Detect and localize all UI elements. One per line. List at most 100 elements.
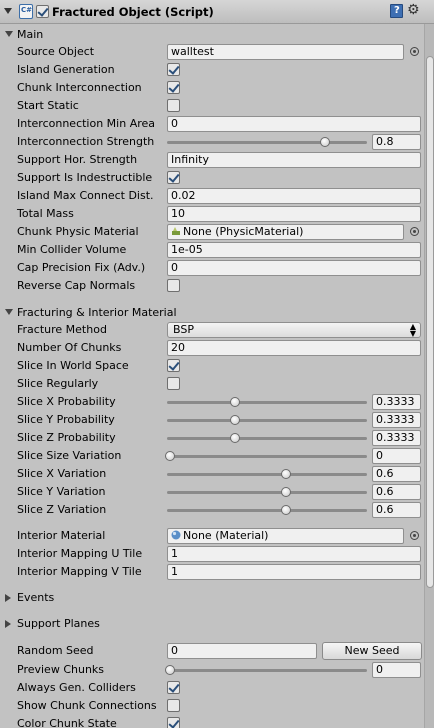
slice-y-probability-slider-thumb[interactable]: [229, 415, 240, 425]
object-picker-icon[interactable]: [410, 227, 419, 236]
support-is-indestructible-checkbox[interactable]: [167, 171, 180, 184]
new-seed-button[interactable]: New Seed: [322, 642, 422, 660]
chunk-physic-material-value: None (PhysicMaterial): [183, 225, 304, 238]
reverse-cap-normals-checkbox[interactable]: [167, 279, 180, 292]
slice-size-variation-slider-track[interactable]: [167, 455, 367, 458]
interconnection-strength-label: Interconnection Strength: [17, 135, 155, 148]
slice-x-variation-slider-track[interactable]: [167, 473, 367, 476]
island-generation-checkbox[interactable]: [167, 63, 180, 76]
slice-z-variation-field[interactable]: 0.6: [372, 502, 421, 518]
slice-x-probability-label: Slice X Probability: [17, 395, 116, 408]
component-header[interactable]: Fractured Object (Script) ⚙: [0, 0, 434, 24]
help-book-icon[interactable]: [390, 4, 403, 18]
component-enabled-checkbox[interactable]: [36, 5, 49, 18]
slice-y-variation-slider-track[interactable]: [167, 491, 367, 494]
interior-mapping-v-field[interactable]: 1: [167, 564, 421, 580]
row-cap-precision-fix: Cap Precision Fix (Adv.) 0: [0, 259, 424, 277]
slice-x-probability-field[interactable]: 0.3333: [372, 394, 421, 410]
chunk-interconnection-checkbox[interactable]: [167, 81, 180, 94]
show-chunk-connections-checkbox[interactable]: [167, 699, 180, 712]
slice-regularly-label: Slice Regularly: [17, 377, 99, 390]
row-min-collider-volume: Min Collider Volume 1e-05: [0, 241, 424, 259]
preview-chunks-label: Preview Chunks: [17, 663, 105, 676]
interconnection-strength-slider-thumb[interactable]: [320, 137, 331, 147]
slice-z-probability-slider-thumb[interactable]: [229, 433, 240, 443]
show-chunk-connections-label: Show Chunk Connections: [17, 699, 157, 712]
foldout-open-icon[interactable]: [5, 31, 13, 37]
slice-y-variation-slider-thumb[interactable]: [281, 487, 292, 497]
slice-regularly-checkbox[interactable]: [167, 377, 180, 390]
always-gen-colliders-checkbox[interactable]: [167, 681, 180, 694]
preview-chunks-field[interactable]: 0: [372, 662, 421, 678]
row-chunk-physic-material: Chunk Physic Material None (PhysicMateri…: [0, 223, 424, 241]
chunk-physic-material-field[interactable]: None (PhysicMaterial): [167, 224, 404, 240]
row-show-chunk-connections: Show Chunk Connections: [0, 697, 424, 715]
slice-size-variation-field[interactable]: 0: [372, 448, 421, 464]
cap-precision-fix-field[interactable]: 0: [167, 260, 421, 276]
row-slice-x-probability: Slice X Probability 0.3333: [0, 393, 424, 411]
foldout-arrow-icon[interactable]: [4, 8, 12, 14]
slice-z-probability-field[interactable]: 0.3333: [372, 430, 421, 446]
interconnection-min-area-label: Interconnection Min Area: [17, 117, 156, 130]
slice-y-variation-label: Slice Y Variation: [17, 485, 106, 498]
row-number-of-chunks: Number Of Chunks 20: [0, 339, 424, 357]
slice-y-probability-slider-track[interactable]: [167, 419, 367, 422]
number-of-chunks-field[interactable]: 20: [167, 340, 421, 356]
inspector-panel: Fractured Object (Script) ⚙ Main Source …: [0, 0, 434, 728]
start-static-checkbox[interactable]: [167, 99, 180, 112]
interior-mapping-u-field[interactable]: 1: [167, 546, 421, 562]
island-generation-label: Island Generation: [17, 63, 115, 76]
row-interior-material: Interior Material None (Material): [0, 527, 424, 545]
vertical-scrollbar[interactable]: [424, 24, 434, 728]
interconnection-min-area-field[interactable]: 0: [167, 116, 421, 132]
random-seed-field[interactable]: 0: [167, 643, 317, 659]
dropdown-arrows-icon: ▲ ▼: [409, 322, 416, 338]
row-interior-mapping-v: Interior Mapping V Tile 1: [0, 563, 424, 581]
object-picker-icon[interactable]: [410, 531, 419, 540]
section-fracturing[interactable]: Fracturing & Interior Material: [0, 304, 424, 322]
slice-y-variation-field[interactable]: 0.6: [372, 484, 421, 500]
row-fracture-method: Fracture Method BSP ▲ ▼: [0, 321, 424, 339]
slice-z-variation-slider-thumb[interactable]: [281, 505, 292, 515]
foldout-open-icon[interactable]: [5, 309, 13, 315]
slice-x-variation-slider-thumb[interactable]: [281, 469, 292, 479]
row-start-static: Start Static: [0, 97, 424, 115]
slice-y-probability-field[interactable]: 0.3333: [372, 412, 421, 428]
reverse-cap-normals-label: Reverse Cap Normals: [17, 279, 136, 292]
min-collider-volume-field[interactable]: 1e-05: [167, 242, 421, 258]
slice-x-variation-field[interactable]: 0.6: [372, 466, 421, 482]
slice-z-probability-slider-track[interactable]: [167, 437, 367, 440]
row-slice-in-world-space: Slice In World Space: [0, 357, 424, 375]
slice-size-variation-slider-thumb[interactable]: [165, 451, 175, 461]
component-title: Fractured Object (Script): [52, 5, 214, 19]
fracture-method-dropdown[interactable]: BSP ▲ ▼: [167, 322, 421, 338]
island-max-connect-dist-field[interactable]: 0.02: [167, 188, 421, 204]
section-main[interactable]: Main: [0, 26, 424, 44]
section-support-planes-label: Support Planes: [17, 617, 100, 630]
object-picker-icon[interactable]: [410, 47, 419, 56]
row-slice-x-variation: Slice X Variation 0.6: [0, 465, 424, 483]
slice-in-world-space-checkbox[interactable]: [167, 359, 180, 372]
preview-chunks-slider-track[interactable]: [167, 669, 367, 672]
interconnection-strength-slider-track[interactable]: [167, 141, 367, 144]
section-events[interactable]: Events: [0, 589, 424, 607]
total-mass-field[interactable]: 10: [167, 206, 421, 222]
foldout-closed-icon[interactable]: [5, 594, 11, 602]
slice-z-variation-slider-track[interactable]: [167, 509, 367, 512]
slice-x-probability-slider-track[interactable]: [167, 401, 367, 404]
foldout-closed-icon[interactable]: [5, 620, 11, 628]
section-support-planes[interactable]: Support Planes: [0, 615, 424, 633]
gear-icon[interactable]: ⚙: [407, 3, 420, 17]
random-seed-label: Random Seed: [17, 644, 94, 657]
chunk-interconnection-label: Chunk Interconnection: [17, 81, 142, 94]
interior-material-field[interactable]: None (Material): [167, 528, 404, 544]
support-hor-strength-field[interactable]: Infinity: [167, 152, 421, 168]
color-chunk-state-checkbox[interactable]: [167, 717, 180, 728]
scrollbar-thumb[interactable]: [426, 56, 434, 588]
slice-x-probability-slider-thumb[interactable]: [229, 397, 240, 407]
slice-z-variation-label: Slice Z Variation: [17, 503, 107, 516]
row-support-hor-strength: Support Hor. Strength Infinity: [0, 151, 424, 169]
preview-chunks-slider-thumb[interactable]: [165, 665, 175, 675]
interconnection-strength-field[interactable]: 0.8: [372, 134, 421, 150]
source-object-field[interactable]: walltest: [167, 44, 404, 60]
